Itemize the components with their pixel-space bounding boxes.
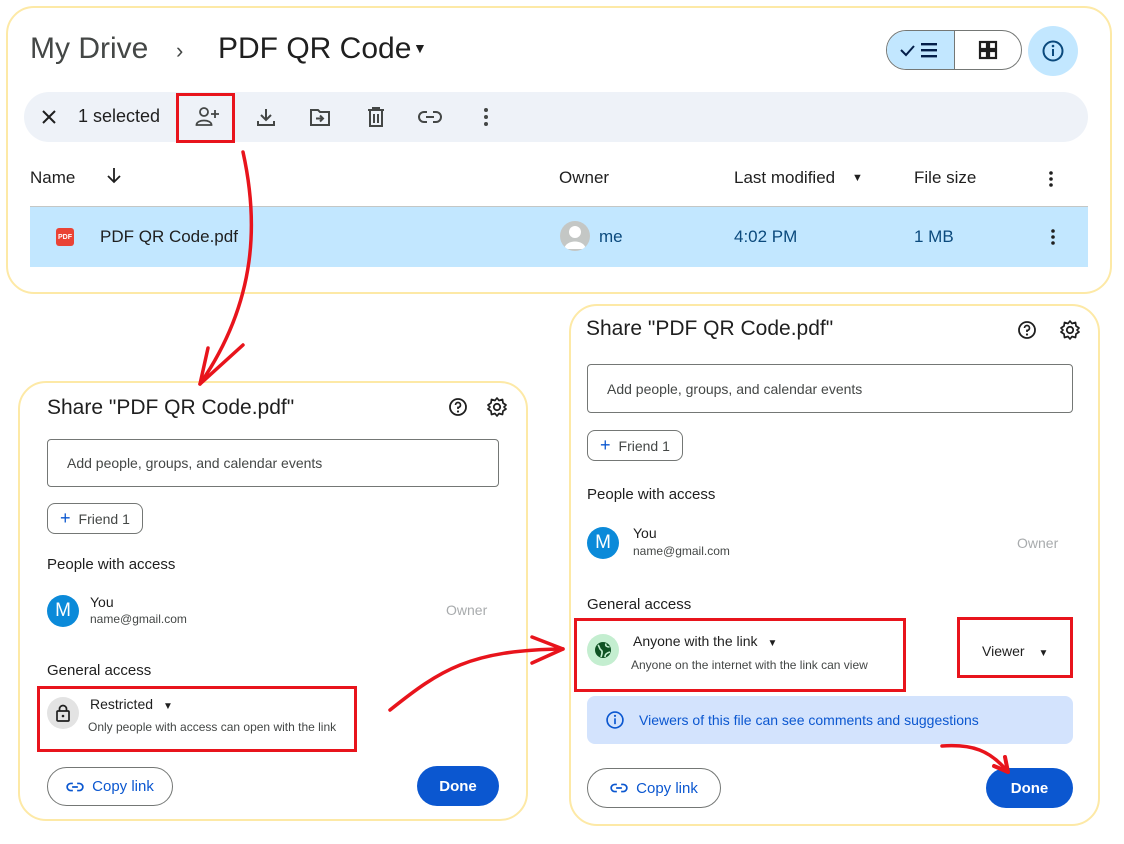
suggestion-chip-friend[interactable]: + Friend 1 — [587, 430, 683, 461]
sort-arrow-down-icon[interactable] — [106, 166, 122, 184]
plus-icon: + — [60, 508, 71, 528]
grid-icon — [978, 40, 997, 60]
person-email: name@gmail.com — [633, 544, 730, 558]
settings-gear-icon[interactable] — [1059, 319, 1081, 341]
trash-icon — [368, 107, 384, 127]
check-list-icon — [900, 43, 938, 58]
clear-selection-button[interactable] — [34, 92, 64, 142]
details-info-button[interactable] — [1028, 26, 1078, 76]
people-with-access-heading: People with access — [47, 556, 176, 573]
view-toggle — [886, 30, 1022, 70]
settings-gear-icon[interactable] — [486, 396, 508, 418]
more-actions-button[interactable] — [464, 92, 508, 142]
plus-icon: + — [600, 435, 611, 455]
done-button[interactable]: Done — [986, 768, 1073, 808]
trash-button[interactable] — [354, 92, 398, 142]
person-role: Owner — [1017, 535, 1059, 551]
owner-avatar-icon — [560, 221, 590, 251]
column-header-last-modified[interactable]: Last modified — [734, 168, 835, 188]
suggestion-chip-friend[interactable]: + Friend 1 — [47, 503, 143, 534]
close-icon — [42, 110, 56, 124]
share-dialog-restricted: Share "PDF QR Code.pdf" Add people, grou… — [18, 381, 528, 821]
folder-menu-caret-icon[interactable]: ▼ — [413, 40, 427, 56]
download-icon — [257, 109, 275, 126]
more-vert-icon — [484, 108, 488, 126]
copy-link-label: Copy link — [92, 778, 154, 795]
breadcrumb-my-drive[interactable]: My Drive — [30, 32, 148, 66]
share-dialog-anyone-with-link: Share "PDF QR Code.pdf" Add people, grou… — [569, 304, 1100, 826]
dialog-title: Share "PDF QR Code.pdf" — [586, 317, 834, 340]
highlight-role-select — [957, 617, 1073, 678]
add-people-input[interactable]: Add people, groups, and calendar events — [587, 364, 1073, 413]
highlight-general-access — [574, 618, 906, 692]
help-icon[interactable] — [1017, 320, 1037, 340]
info-icon — [1042, 40, 1064, 62]
selected-count: 1 selected — [78, 106, 161, 126]
file-last-modified: 4:02 PM — [734, 227, 798, 246]
person-name: You — [633, 525, 657, 541]
general-access-heading: General access — [47, 662, 152, 679]
breadcrumb-current-folder[interactable]: PDF QR Code — [218, 32, 411, 66]
chip-label: Friend 1 — [618, 437, 670, 454]
person-email: name@gmail.com — [90, 612, 187, 626]
link-icon — [418, 111, 442, 123]
notice-text: Viewers of this file can see comments an… — [639, 712, 979, 728]
copy-link-button[interactable] — [408, 92, 452, 142]
highlight-share-button — [176, 93, 235, 143]
help-icon[interactable] — [448, 397, 468, 417]
viewer-comments-notice: Viewers of this file can see comments an… — [587, 696, 1073, 744]
user-avatar: M — [587, 527, 619, 559]
copy-link-label: Copy link — [636, 779, 698, 797]
dialog-title: Share "PDF QR Code.pdf" — [47, 396, 295, 419]
highlight-general-access — [37, 686, 357, 752]
general-access-heading: General access — [587, 596, 692, 613]
column-header-name[interactable]: Name — [30, 168, 75, 188]
column-header-file-size: File size — [914, 168, 977, 187]
info-icon — [606, 711, 624, 729]
user-avatar: M — [47, 595, 79, 627]
column-header-owner: Owner — [559, 168, 610, 187]
copy-link-button[interactable]: Copy link — [47, 767, 173, 806]
person-role: Owner — [446, 602, 488, 618]
add-people-input[interactable]: Add people, groups, and calendar events — [47, 439, 499, 487]
breadcrumb-separator: › — [176, 38, 184, 63]
drive-file-list-panel: My Drive › PDF QR Code ▼ 1 selected Name… — [6, 6, 1112, 294]
chip-label: Friend 1 — [78, 510, 130, 527]
person-name: You — [90, 594, 114, 610]
link-icon — [610, 783, 628, 793]
grid-view-button[interactable] — [955, 31, 1022, 69]
file-name[interactable]: PDF QR Code.pdf — [100, 227, 238, 247]
move-button[interactable] — [298, 92, 342, 142]
link-icon — [66, 782, 84, 791]
file-owner: me — [599, 227, 623, 246]
done-button[interactable]: Done — [417, 766, 499, 806]
move-to-folder-icon — [310, 109, 330, 126]
file-size: 1 MB — [914, 227, 954, 246]
pdf-file-icon: PDF — [56, 228, 74, 246]
download-button[interactable] — [244, 92, 288, 142]
people-with-access-heading: People with access — [587, 486, 716, 503]
row-more-icon[interactable] — [1050, 228, 1056, 246]
list-view-button[interactable] — [887, 31, 955, 69]
sort-caret-icon[interactable]: ▼ — [852, 172, 863, 184]
copy-link-button[interactable]: Copy link — [587, 768, 721, 808]
column-options-icon[interactable] — [1048, 170, 1054, 188]
file-row[interactable]: PDF PDF QR Code.pdf me 4:02 PM 1 MB — [30, 206, 1088, 267]
